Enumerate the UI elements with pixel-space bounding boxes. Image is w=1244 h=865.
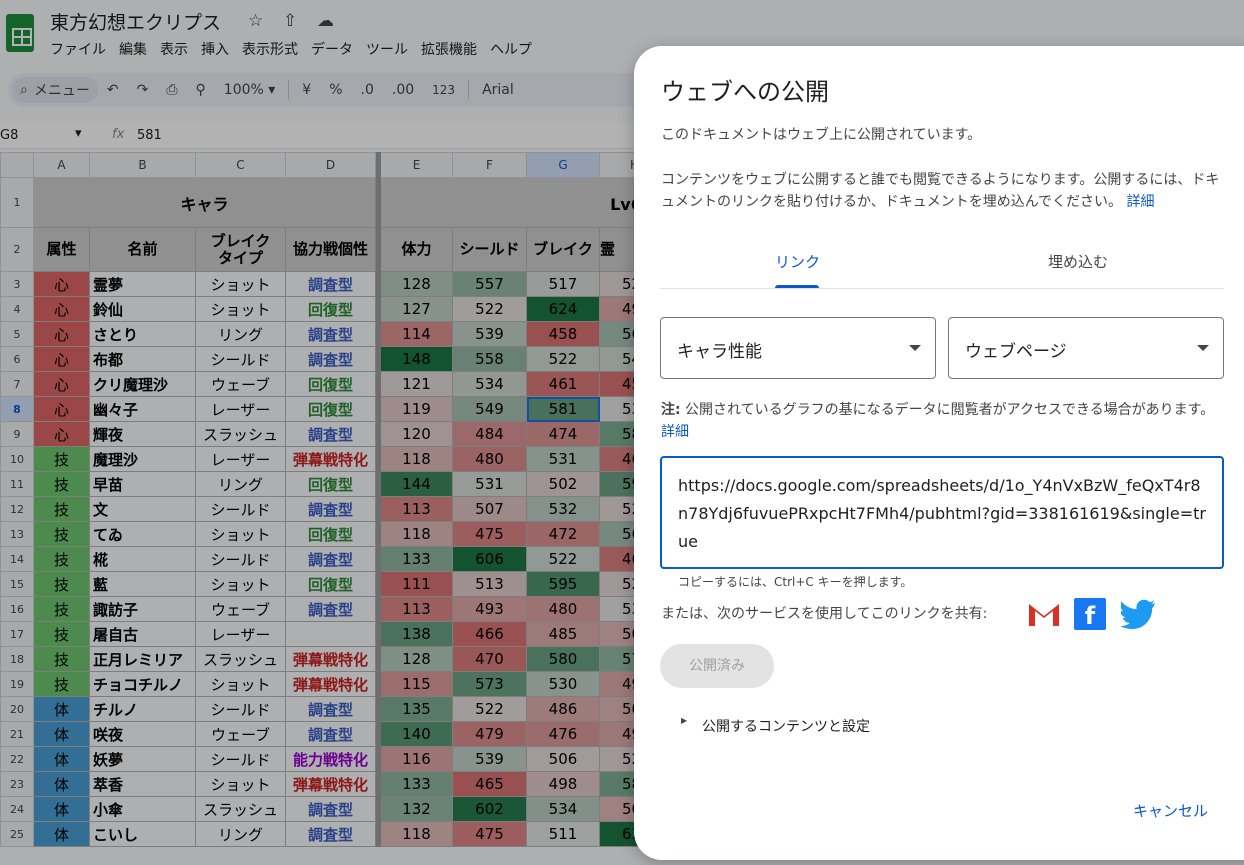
format-select-value: ウェブページ [965, 342, 1067, 362]
dialog-title: ウェブへの公開 [661, 78, 829, 106]
published-note: このドキュメントはウェブ上に公開されています。 [661, 127, 982, 143]
published-url-field[interactable]: https://docs.google.com/spreadsheets/d/1… [660, 456, 1224, 569]
tab-embed[interactable]: 埋め込む [1048, 251, 1108, 272]
details-link[interactable]: 詳細 [1126, 194, 1154, 210]
note-label: 注: [661, 402, 681, 418]
cancel-button[interactable]: キャンセル [1133, 800, 1208, 821]
gmail-icon[interactable] [1026, 598, 1062, 634]
note-text: 公開されているグラフの基になるデータに閲覧者がアクセスできる場合があります。 [680, 402, 1215, 418]
tab-link[interactable]: リンク [775, 251, 820, 272]
data-access-note: 注: 公開されているグラフの基になるデータに閲覧者がアクセスできる場合があります… [661, 399, 1226, 443]
copy-hint: コピーするには、Ctrl+C キーを押します。 [678, 575, 913, 589]
published-button[interactable]: 公開済み [660, 644, 774, 688]
spreadsheet-app: 東方幻想エクリプス ☆ ⇧ ☁ ファイル 編集 表示 挿入 表示形式 データ ツール 拡張機能… [0, 0, 1244, 865]
tab-indicator [775, 285, 819, 288]
share-label: または、次のサービスを使用してこのリンクを共有: [661, 606, 988, 622]
content-settings-toggle[interactable]: 公開するコンテンツと設定 [702, 716, 870, 736]
dropdown-arrow-icon [1197, 345, 1209, 351]
publish-dialog: ウェブへの公開 このドキュメントはウェブ上に公開されています。 コンテンツをウェ… [634, 46, 1244, 860]
facebook-icon[interactable]: f [1074, 598, 1106, 630]
sheet-select-value: キャラ性能 [677, 342, 762, 362]
dialog-description: コンテンツをウェブに公開すると誰でも閲覧できるようになります。公開するには、ドキ… [661, 169, 1221, 213]
chevron-right-icon[interactable]: ▶ [681, 716, 687, 725]
twitter-icon[interactable] [1119, 598, 1157, 634]
note-details-link[interactable]: 詳細 [661, 424, 689, 440]
dialog-tabs: リンク 埋め込む [660, 239, 1224, 289]
sheet-select[interactable]: キャラ性能 [660, 317, 936, 379]
dropdown-arrow-icon [909, 345, 921, 351]
format-select[interactable]: ウェブページ [948, 317, 1224, 379]
